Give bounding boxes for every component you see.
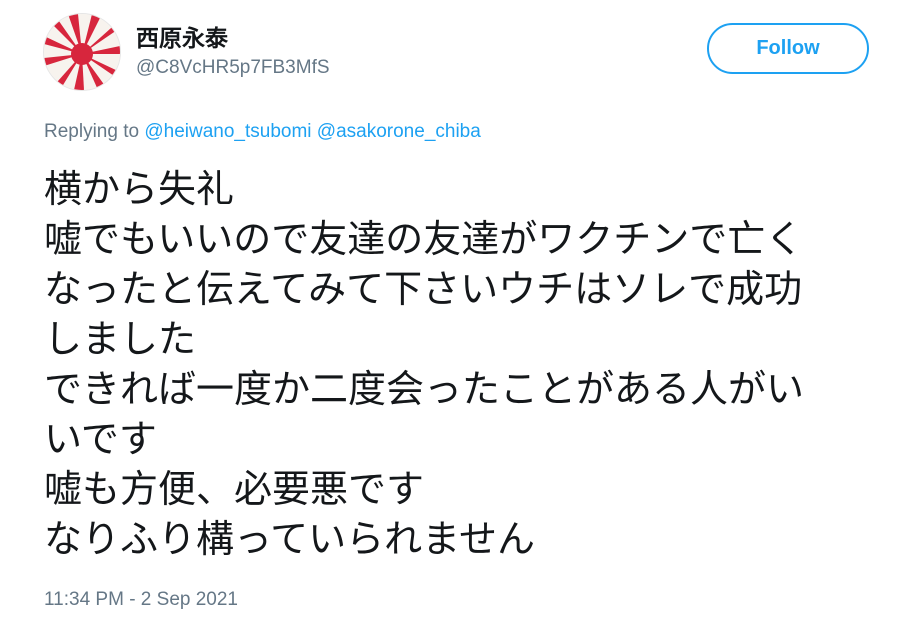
tweet-card: 西原永泰 @C8VcHR5p7FB3MfS Follow Replying to… (0, 0, 900, 633)
mention-link[interactable]: @heiwano_tsubomi (144, 121, 311, 142)
tweet-text-line: なったと伝えてみて下さいウチはソレで成功 (44, 267, 803, 311)
user-handle[interactable]: @C8VcHR5p7FB3MfS (136, 57, 330, 79)
tweet-text-line: なりふり構っていられません (44, 517, 535, 561)
follow-button[interactable]: Follow (707, 23, 869, 74)
tweet-text-line: できれば一度か二度会ったことがある人がい (44, 367, 805, 411)
avatar[interactable] (44, 14, 120, 90)
tweet-text-line: しました (44, 317, 197, 361)
tweet-timestamp[interactable]: 11:34 PM - 2 Sep 2021 (44, 589, 238, 611)
display-name[interactable]: 西原永泰 (136, 19, 228, 53)
replying-to: Replying to @heiwano_tsubomi @asakorone_… (44, 121, 481, 143)
mention-link[interactable]: @asakorone_chiba (317, 121, 481, 142)
tweet-text: 横から失礼 嘘でもいいので友達の友達がワクチンで亡く なったと伝えてみて下さいウ… (44, 164, 894, 564)
rising-sun-flag-avatar-icon (44, 14, 120, 90)
tweet-text-line: 嘘も方便、必要悪です (44, 467, 425, 511)
tweet-text-line: いです (44, 417, 157, 461)
tweet-text-line: 横から失礼 (44, 167, 235, 211)
replying-to-label: Replying to (44, 121, 140, 142)
tweet-text-line: 嘘でもいいので友達の友達がワクチンで亡く (44, 217, 804, 261)
